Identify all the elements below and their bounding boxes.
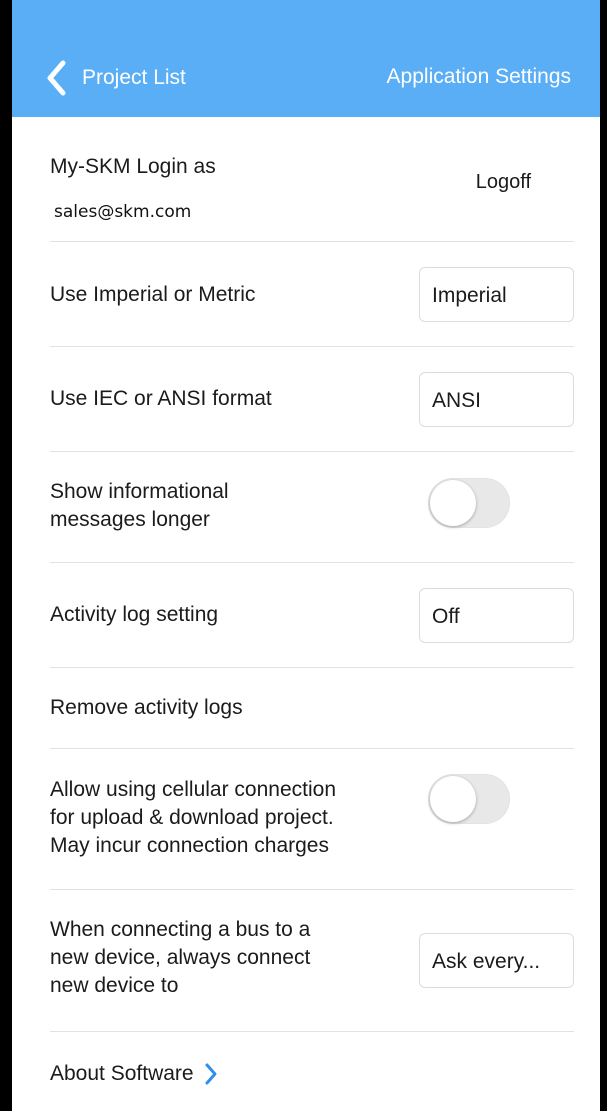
about-software-row[interactable]: About Software (50, 1032, 574, 1111)
activity-log-label: Activity log setting (50, 603, 219, 626)
back-label: Project List (82, 66, 186, 89)
bus-connect-select[interactable]: Ask every... (419, 933, 574, 988)
format-label: Use IEC or ANSI format (50, 387, 272, 410)
label-line: messages longer (50, 508, 210, 531)
remove-logs-row[interactable]: Remove activity logs (50, 668, 574, 748)
back-button[interactable]: Project List (46, 56, 186, 100)
activity-log-row: Activity log setting Off (50, 563, 574, 667)
page-title: Application Settings (386, 65, 571, 88)
units-select[interactable]: Imperial (419, 267, 574, 322)
label-line: When connecting a bus to a (50, 918, 311, 941)
about-software-label[interactable]: About Software (50, 1060, 194, 1088)
info-messages-toggle[interactable] (428, 478, 510, 528)
toggle-knob (430, 776, 476, 822)
toggle-knob (430, 480, 476, 526)
format-row: Use IEC or ANSI format ANSI (50, 347, 574, 451)
login-row: My-SKM Login as sales@skm.com Logoff (50, 117, 574, 242)
chevron-left-icon (47, 60, 66, 96)
device-frame: Project List Application Settings My-SKM… (0, 0, 607, 1111)
info-messages-row: Show informational messages longer (50, 452, 574, 562)
login-label: My-SKM Login as (50, 155, 216, 178)
chevron-right-icon (205, 1063, 217, 1084)
bus-connect-label: When connecting a bus to a new device, a… (50, 916, 310, 1000)
login-email: sales@skm.com (54, 202, 192, 222)
activity-log-select[interactable]: Off (419, 588, 574, 643)
bus-connect-row: When connecting a bus to a new device, a… (50, 890, 574, 1031)
label-line: May incur connection charges (50, 834, 329, 857)
format-select[interactable]: ANSI (419, 372, 574, 427)
label-line: new device to (50, 974, 179, 997)
label-line: Allow using cellular connection (50, 778, 336, 801)
cellular-toggle[interactable] (428, 774, 510, 824)
settings-screen: Project List Application Settings My-SKM… (12, 0, 600, 1111)
label-line: Show informational (50, 480, 229, 503)
units-label: Use Imperial or Metric (50, 283, 256, 306)
logoff-button[interactable]: Logoff (476, 171, 531, 194)
cellular-row: Allow using cellular connection for uplo… (50, 749, 574, 889)
label-line: new device, always connect (50, 946, 311, 969)
nav-header: Project List Application Settings (12, 0, 600, 117)
remove-logs-label[interactable]: Remove activity logs (50, 694, 243, 722)
label-line: for upload & download project. (50, 806, 334, 829)
cellular-label: Allow using cellular connection for uplo… (50, 776, 336, 860)
units-row: Use Imperial or Metric Imperial (50, 242, 574, 346)
info-messages-label: Show informational messages longer (50, 478, 229, 534)
